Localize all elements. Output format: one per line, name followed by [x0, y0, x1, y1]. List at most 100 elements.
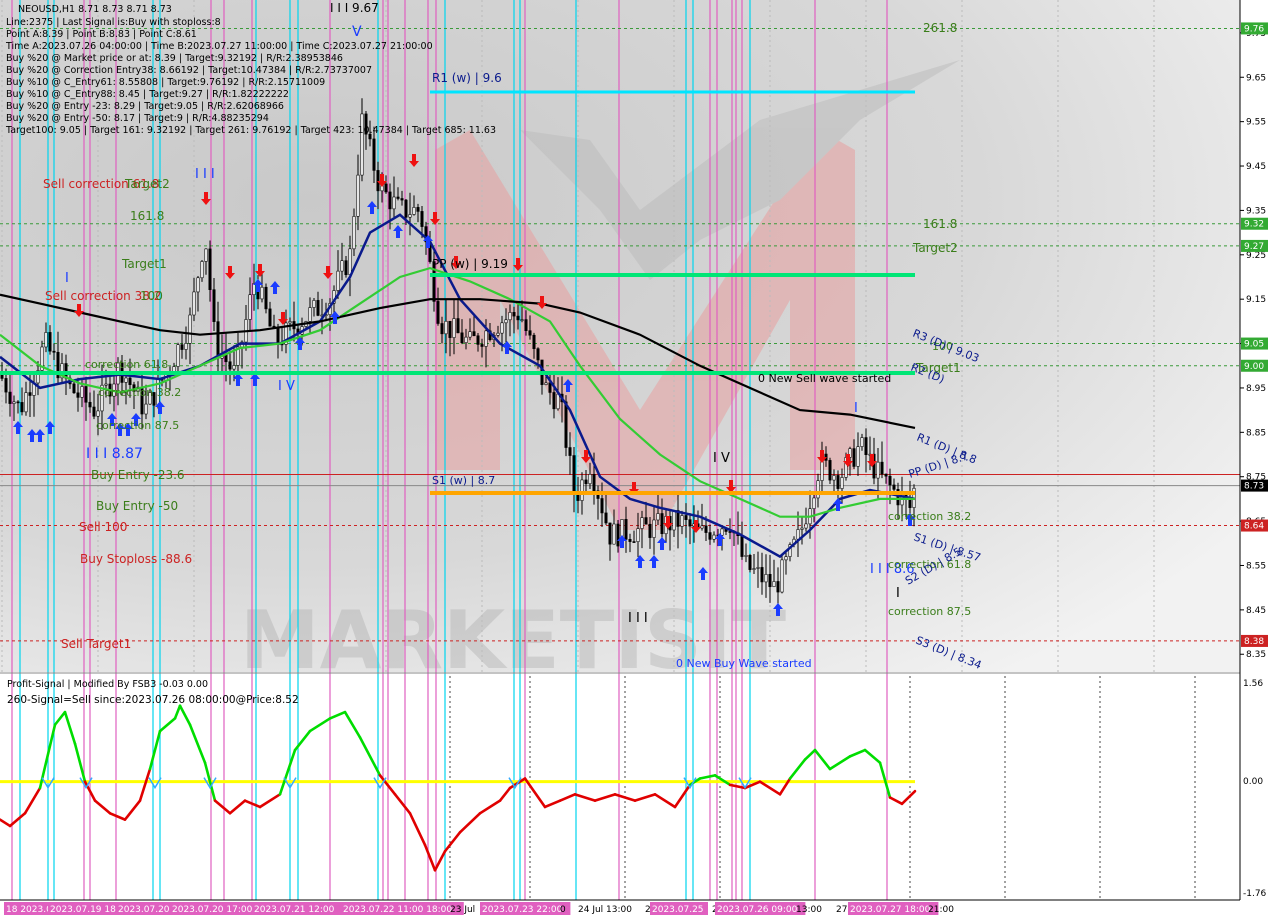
candle-body — [660, 513, 664, 535]
candle-body — [412, 207, 416, 215]
time-axis-label: 0 — [560, 905, 566, 915]
candle-body — [200, 261, 204, 279]
candle-body — [500, 322, 504, 334]
candle-body — [436, 301, 440, 324]
candle-body — [0, 374, 4, 379]
candle-body — [812, 497, 816, 509]
candle-body — [452, 318, 456, 338]
price-tick-label: 9.15 — [1246, 295, 1266, 305]
candle-body — [524, 319, 528, 331]
candle-body — [556, 393, 560, 410]
candle-body — [760, 567, 764, 583]
correction-618-left-label: correction 61.8 — [85, 358, 168, 371]
candle-body — [352, 216, 356, 250]
candle-body — [396, 196, 400, 199]
info-line: Buy %20 @ Market price or at: 8.39 | Tar… — [6, 53, 343, 64]
info-line: Buy %10 @ C_Entry88: 8.45 | Target:9.27 … — [6, 89, 289, 100]
candle-body — [192, 291, 196, 316]
candle-body — [548, 382, 552, 393]
candle-body — [880, 461, 884, 475]
candle-body — [88, 401, 92, 408]
candle-body — [288, 321, 292, 324]
time-axis-label: 2023.07.20 — [118, 905, 170, 915]
time-axis-label: 2023.07.20 17:00 — [172, 905, 253, 915]
wave-iii-887-label: I I I 8.87 — [86, 446, 143, 462]
indicator-tick-high: 1.56 — [1243, 679, 1263, 689]
candle-body — [780, 559, 784, 593]
candle-body — [72, 383, 76, 394]
price-tick-label: 9.55 — [1246, 118, 1266, 128]
target2-right-label: Target2 — [912, 241, 958, 255]
candle-body — [348, 248, 352, 275]
indicator-tick-low: -1.76 — [1243, 889, 1267, 899]
candle-body — [308, 307, 312, 322]
correction-875-left-label: correction 87.5 — [96, 419, 179, 432]
price-badge-label: 9.27 — [1244, 242, 1264, 252]
candle-body — [768, 574, 772, 588]
candle-body — [260, 286, 264, 300]
candle-body — [628, 539, 632, 542]
candle-body — [608, 522, 612, 545]
price-tick-label: 8.35 — [1246, 650, 1266, 660]
candle-body — [80, 386, 84, 398]
wave-iv-mid-label: I V — [713, 451, 730, 466]
sell-100-label: Sell 100 — [79, 520, 127, 534]
candle-body — [888, 475, 892, 486]
candle-body — [504, 319, 508, 324]
candle-body — [892, 484, 896, 490]
candle-body — [24, 392, 28, 413]
candle-body — [632, 541, 636, 543]
new-sell-wave-label: 0 New Sell wave started — [758, 372, 891, 385]
time-axis-label: 2023.07.22 11:00 18:00 — [343, 905, 452, 915]
price-badge-label: 9.32 — [1244, 220, 1264, 230]
info-line: Buy %20 @ Entry -50: 8.17 | Target:9 | R… — [6, 113, 269, 124]
candle-body — [312, 300, 316, 308]
candle-body — [484, 330, 488, 347]
candle-body — [860, 437, 864, 447]
info-line: Line:2375 | Last Signal is:Buy with stop… — [6, 17, 221, 28]
wave-iii-left-label: I I I — [195, 167, 215, 182]
ppw-label: PP (w) | 9.19 — [432, 257, 508, 271]
candle-body — [856, 446, 860, 467]
candle-body — [208, 248, 212, 290]
fib-1618-right-label: 161.8 — [923, 217, 957, 231]
candle-body — [460, 332, 464, 344]
info-line: Buy %20 @ Correction Entry38: 8.66192 | … — [6, 65, 372, 76]
candle-body — [384, 183, 388, 193]
candle-body — [144, 403, 148, 415]
symbol-line: NEOUSD,H1 8.71 8.73 8.71 8.73 — [18, 4, 172, 15]
candle-body — [472, 331, 476, 337]
candle-body — [884, 473, 888, 477]
price-badge-label: 9.05 — [1244, 340, 1264, 350]
candle-body — [796, 529, 800, 540]
candle-body — [704, 525, 708, 533]
info-line: Target100: 9.05 | Target 161: 9.32192 | … — [5, 125, 496, 136]
candle-body — [712, 534, 716, 540]
wave-i-mid-label: I — [854, 401, 858, 416]
time-axis-label: 2023.07.23 22:00 — [482, 905, 563, 915]
candle-body — [480, 344, 484, 347]
time-axis-label: 2023.07.26 09:00 — [717, 905, 798, 915]
time-axis-label: 21:00 — [928, 905, 954, 915]
time-axis-label: 2023.07.25 — [652, 905, 704, 915]
candle-body — [800, 527, 804, 530]
candle-body — [804, 523, 808, 529]
s1w-label: S1 (w) | 8.7 — [432, 474, 495, 487]
candle-body — [404, 199, 408, 218]
candle-body — [440, 323, 444, 335]
wave-i-right-label: I — [896, 586, 900, 601]
candle-body — [12, 401, 16, 404]
time-axis-label: 2 — [645, 905, 651, 915]
time-axis-label: 27 — [836, 905, 847, 915]
candle-body — [28, 392, 32, 396]
candle-body — [340, 260, 344, 272]
indicator-title: Profit-Signal | Modified By FSB3 -0.03 0… — [7, 679, 208, 690]
candle-body — [212, 289, 216, 322]
candle-body — [656, 513, 660, 521]
candle-body — [832, 475, 836, 481]
price-tick-label: 8.85 — [1246, 428, 1266, 438]
candle-body — [740, 535, 744, 557]
fib-1618-left-label: 161.8 — [130, 209, 164, 223]
candle-body — [772, 581, 776, 588]
correction-382-right-label: correction 38.2 — [888, 510, 971, 523]
